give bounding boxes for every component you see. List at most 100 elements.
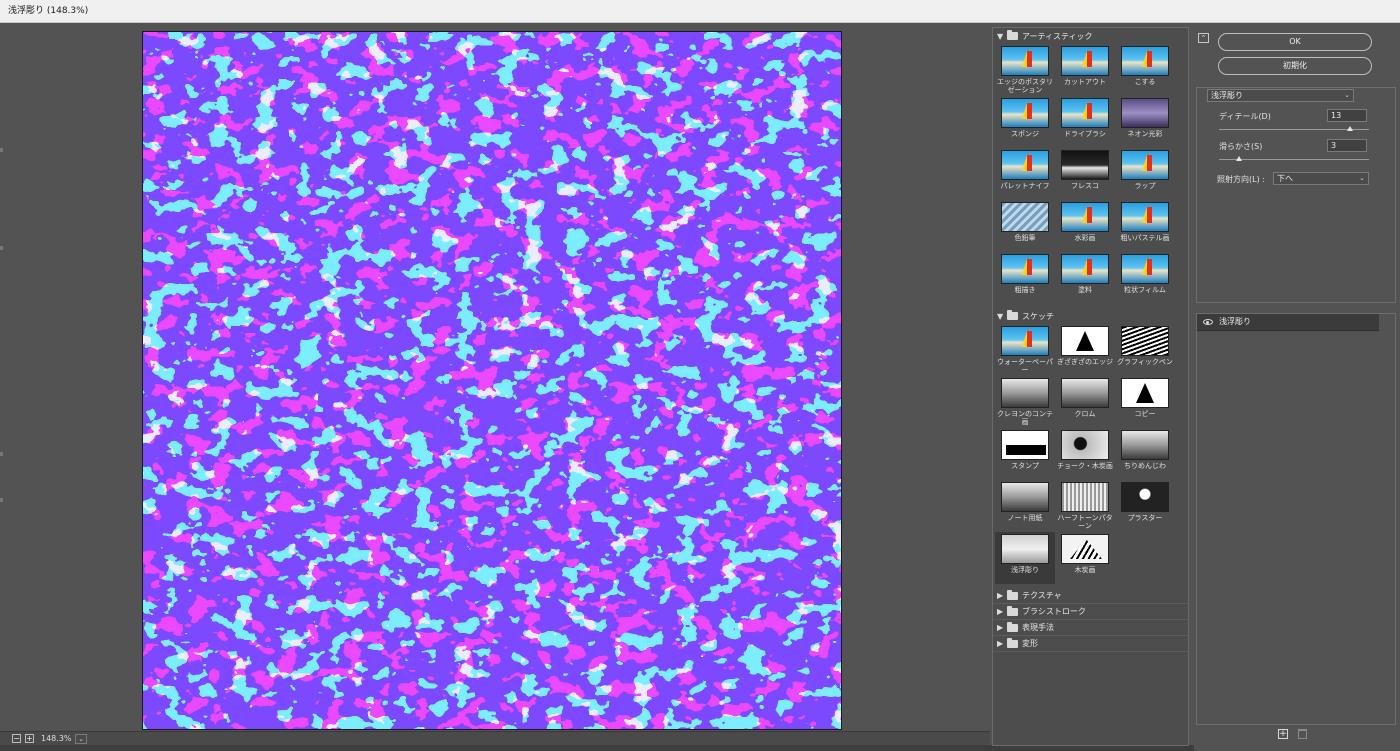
- detail-slider-thumb[interactable]: [1346, 126, 1353, 131]
- filter-thumbnail[interactable]: フレスコ: [1055, 148, 1115, 200]
- filter-select[interactable]: 浅浮彫り ⌄: [1207, 89, 1354, 102]
- filter-preview-image: [1001, 326, 1049, 356]
- filter-preview-image: [1061, 202, 1109, 232]
- filter-thumbnail[interactable]: クレヨンのコンテ画: [995, 376, 1055, 428]
- filter-thumbnail[interactable]: ドライブラシ: [1055, 96, 1115, 148]
- filter-thumbnail[interactable]: 粗描き: [995, 252, 1055, 304]
- zoom-out-button[interactable]: −: [12, 734, 21, 743]
- category-header[interactable]: ▶ テクスチャ: [993, 588, 1188, 604]
- folder-icon: [1007, 637, 1018, 648]
- smoothness-slider-thumb[interactable]: [1235, 156, 1242, 161]
- filter-preview-image: [1001, 254, 1049, 284]
- triangle-right-icon[interactable]: ▶: [997, 591, 1007, 600]
- edge-mark: [0, 452, 3, 456]
- filter-preview-image: [1121, 150, 1169, 180]
- filter-thumbnail[interactable]: 塗料: [1055, 252, 1115, 304]
- filter-thumbnail[interactable]: クロム: [1055, 376, 1115, 428]
- filter-thumbnail[interactable]: パレットナイフ: [995, 148, 1055, 200]
- filter-preview-image: [1061, 378, 1109, 408]
- filter-thumbnail[interactable]: ネオン光彩: [1115, 96, 1175, 148]
- filter-label: チョーク・木炭画: [1057, 462, 1113, 470]
- triangle-down-icon[interactable]: ▼: [997, 312, 1007, 321]
- category-header[interactable]: ▼ スケッチ: [993, 308, 1188, 324]
- category-name: 表現手法: [1022, 623, 1054, 632]
- category-header[interactable]: ▶ 変形: [993, 636, 1188, 652]
- triangle-down-icon[interactable]: ▼: [997, 32, 1007, 41]
- filter-label: ラップ: [1134, 182, 1156, 190]
- filter-thumbnail[interactable]: 色鉛筆: [995, 200, 1055, 252]
- filter-thumbnail[interactable]: チョーク・木炭画: [1055, 428, 1115, 480]
- filter-preview-image: [1001, 378, 1049, 408]
- filter-preview-image: [1061, 150, 1109, 180]
- window-title: 浅浮彫り (148.3%): [8, 6, 89, 16]
- zoom-in-button[interactable]: +: [25, 734, 34, 743]
- filter-thumbnail[interactable]: ラップ: [1115, 148, 1175, 200]
- filter-preview-image: [1121, 46, 1169, 76]
- filter-preview-image: [1121, 254, 1169, 284]
- filter-thumbnail[interactable]: ぎざぎざのエッジ: [1055, 324, 1115, 376]
- eye-icon[interactable]: [1203, 319, 1213, 325]
- filter-thumbnail[interactable]: コピー: [1115, 376, 1175, 428]
- filter-thumbnail[interactable]: スタンプ: [995, 428, 1055, 480]
- triangle-right-icon[interactable]: ▶: [997, 623, 1007, 632]
- filter-thumbnail[interactable]: 粒状フィルム: [1115, 252, 1175, 304]
- filter-thumbnail[interactable]: 水彩画: [1055, 200, 1115, 252]
- filter-params-box: 浅浮彫り ⌄ ディテール(D) 13 滑らかさ(S) 3 照射方向(L) : 下…: [1196, 87, 1396, 303]
- new-effect-layer-icon[interactable]: +: [1278, 729, 1288, 739]
- filter-thumbnail[interactable]: プラスター: [1115, 480, 1175, 532]
- filter-label: こする: [1134, 78, 1156, 86]
- filter-thumbnail[interactable]: 木炭画: [1055, 532, 1115, 584]
- filter-preview-image: [1121, 326, 1169, 356]
- smoothness-input[interactable]: 3: [1327, 139, 1367, 152]
- filter-preview-image: [1061, 46, 1109, 76]
- filter-preview-image: [1001, 534, 1049, 564]
- filter-label: 色鉛筆: [1014, 234, 1036, 242]
- collapse-gallery-button[interactable]: ⌃: [1198, 33, 1209, 43]
- filter-thumbnail[interactable]: スポンジ: [995, 96, 1055, 148]
- filter-thumbnail[interactable]: 浅浮彫り: [995, 532, 1055, 584]
- folder-icon: [1007, 605, 1018, 616]
- filter-label: クレヨンのコンテ画: [997, 410, 1053, 426]
- category-header[interactable]: ▼ アーティスティック: [993, 28, 1188, 44]
- folder-icon: [1007, 589, 1018, 600]
- filter-preview-canvas[interactable]: [142, 31, 842, 730]
- filter-thumbnail[interactable]: ノート用紙: [995, 480, 1055, 532]
- smoothness-slider-track[interactable]: [1219, 159, 1369, 160]
- filter-preview-image: [1121, 430, 1169, 460]
- filter-thumbnail[interactable]: こする: [1115, 44, 1175, 96]
- filter-thumbnail[interactable]: グラフィックペン: [1115, 324, 1175, 376]
- filter-thumbnail[interactable]: エッジのポスタリゼーション: [995, 44, 1055, 96]
- effect-layer-name: 浅浮彫り: [1219, 317, 1251, 326]
- preview-area[interactable]: [6, 28, 984, 732]
- status-bar: [0, 745, 1400, 751]
- reset-button[interactable]: 初期化: [1218, 57, 1372, 75]
- filter-thumbnail[interactable]: カットアウト: [1055, 44, 1115, 96]
- filter-thumbnail[interactable]: ウォーターペーパー: [995, 324, 1055, 376]
- filter-label: 粒状フィルム: [1124, 286, 1166, 294]
- filter-thumbnail[interactable]: ちりめんじわ: [1115, 428, 1175, 480]
- filter-label: スタンプ: [1011, 462, 1039, 470]
- filter-label: ハーフトーンパターン: [1057, 514, 1113, 530]
- filter-preview-image: [1061, 98, 1109, 128]
- detail-input[interactable]: 13: [1327, 109, 1367, 122]
- category-header[interactable]: ▶ 表現手法: [993, 620, 1188, 636]
- category-name: ブラシストローク: [1022, 607, 1086, 616]
- filter-label: ちりめんじわ: [1124, 462, 1166, 470]
- trash-icon[interactable]: [1298, 729, 1307, 739]
- filter-thumbnail[interactable]: ハーフトーンパターン: [1055, 480, 1115, 532]
- triangle-right-icon[interactable]: ▶: [997, 639, 1007, 648]
- ok-button[interactable]: OK: [1218, 33, 1372, 51]
- triangle-right-icon[interactable]: ▶: [997, 607, 1007, 616]
- filter-label: 水彩画: [1074, 234, 1096, 242]
- filter-preview-image: [1061, 254, 1109, 284]
- effect-layer-row[interactable]: 浅浮彫り: [1197, 314, 1379, 331]
- filter-thumbnail-grid: エッジのポスタリゼーション カットアウト こするスポンジ ドライブラシ ネオン光彩パレッ…: [993, 44, 1188, 308]
- light-direction-select[interactable]: 下へ ⌄: [1273, 172, 1369, 185]
- chevron-down-icon: ⌄: [1344, 91, 1350, 99]
- filter-preview-image: [1001, 150, 1049, 180]
- filter-label: ネオン光彩: [1127, 130, 1163, 138]
- category-header[interactable]: ▶ ブラシストローク: [993, 604, 1188, 620]
- light-direction-value: 下へ: [1277, 174, 1293, 183]
- filter-thumbnail[interactable]: 粗いパステル画: [1115, 200, 1175, 252]
- zoom-dropdown[interactable]: ⌄: [75, 734, 87, 744]
